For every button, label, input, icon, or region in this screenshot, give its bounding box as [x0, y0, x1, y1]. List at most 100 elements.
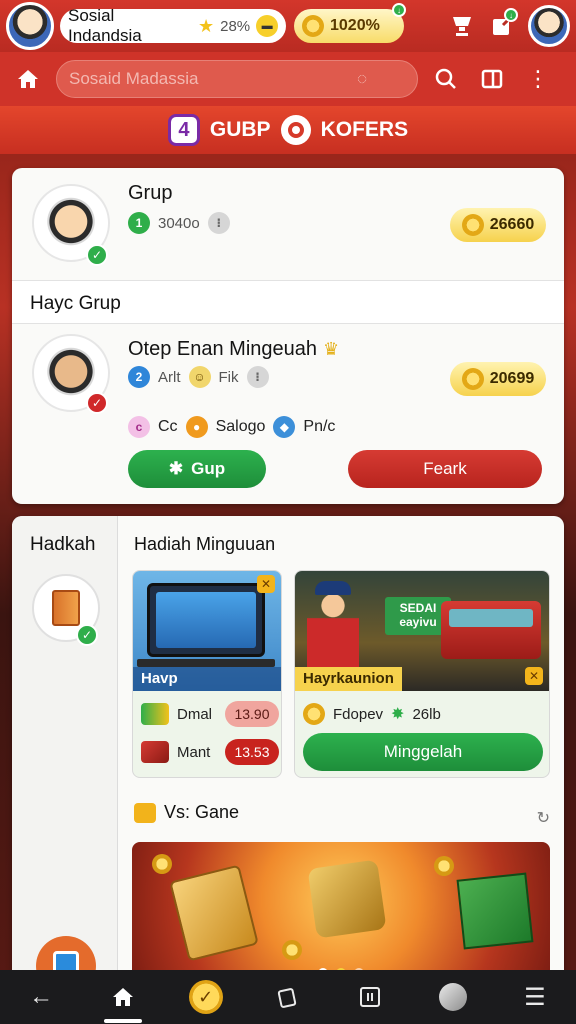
member-coin-pill[interactable]: 20699: [450, 362, 546, 396]
star-icon: ★: [197, 15, 215, 36]
search-mic-icon[interactable]: ◌: [357, 69, 367, 89]
tag-pink-icon: c: [128, 416, 150, 438]
banner-left-label[interactable]: GUBP: [210, 118, 271, 142]
member-meta-1: Arlt: [158, 368, 181, 386]
vs-game-label: Vs: Gane: [164, 802, 240, 822]
game-banner[interactable]: [132, 842, 550, 986]
pause-icon[interactable]: [343, 975, 397, 1019]
claim-button-label: Minggelah: [383, 742, 463, 761]
laptop-caption: Havp: [133, 667, 281, 691]
info-icon[interactable]: ⁝: [246, 366, 269, 388]
banner-badge: 4: [167, 114, 200, 146]
member-name-row: Otep Enan Mingeuah ♛: [128, 338, 339, 361]
title-percent: 28%: [220, 17, 251, 35]
home-icon[interactable]: [10, 61, 46, 97]
verified-check-icon: ✓: [86, 244, 108, 266]
box-icon: [141, 741, 169, 763]
coin-icon: [461, 368, 484, 390]
search-row: ◌ ⋮: [0, 52, 576, 106]
rewards-panel: Hadkah ✓ Hadiah Minguuan ✕ Havp Dmal 13.…: [12, 516, 564, 986]
laptop-row-1-label: Dmal: [177, 705, 213, 723]
info-icon[interactable]: ⁝: [207, 212, 230, 234]
bus-caption: Hayrkaunion: [295, 667, 402, 691]
sunglasses-face-icon: ▬: [256, 15, 278, 37]
nav-home-icon[interactable]: [96, 975, 150, 1023]
laptop-row-2-label: Mant: [177, 743, 211, 761]
bookmark-icon[interactable]: [474, 61, 510, 97]
coin-balance: 1020%: [330, 17, 380, 34]
reward-tile-bus[interactable]: SEDAI eayivu ✕ Hayrkaunion Fdopev ✸ 26lb…: [294, 570, 550, 778]
leave-group-button[interactable]: Feark: [348, 450, 542, 488]
group-meta: 1 3040o ⁝: [128, 212, 230, 234]
tag-1[interactable]: Cc: [158, 418, 178, 436]
crown-icon: ♛: [323, 339, 340, 359]
notification-dot-icon: ↓: [392, 3, 406, 17]
tag-3[interactable]: Pn/c: [303, 418, 335, 436]
gift-box-illustration: [456, 872, 534, 950]
group-count: 3040o: [158, 214, 200, 232]
bus-row: Fdopev ✸ 26lb: [303, 703, 441, 725]
refresh-icon[interactable]: ↻: [537, 808, 550, 828]
bus-row-label: Fdopev: [333, 705, 384, 723]
rewards-sidebar: Hadkah ✓: [12, 516, 118, 986]
laptop-row-2-value: 13.53: [225, 739, 279, 765]
cap-illustration: [315, 581, 351, 595]
gift-icon: [52, 590, 80, 626]
cash-icon: [141, 703, 169, 725]
tag-2[interactable]: Salogo: [216, 418, 266, 436]
search-input[interactable]: [69, 69, 349, 89]
coin-icon: [302, 15, 324, 37]
rewards-side-title: Hadkah: [30, 534, 96, 555]
burst-icon: ✸: [391, 706, 405, 723]
tag-blue-icon: ◆: [273, 416, 296, 438]
back-icon[interactable]: ←: [14, 975, 68, 1019]
reward-tile-laptop[interactable]: ✕ Havp Dmal 13.90 Mant 13.53: [132, 570, 282, 778]
person-illustration: [307, 585, 359, 671]
group-coin-pill[interactable]: 26660: [450, 208, 546, 242]
trophy-icon[interactable]: [442, 6, 482, 46]
search-box[interactable]: ◌: [56, 60, 418, 98]
coin-icon: [152, 854, 172, 874]
smile-icon: ☺: [188, 366, 211, 388]
alert-check-icon: ✓: [86, 392, 108, 414]
edit-notification-dot-icon: ↓: [504, 8, 518, 22]
nav-rewards-button[interactable]: ✓: [179, 975, 233, 1019]
claim-button[interactable]: Minggelah: [303, 733, 543, 771]
group-badge-icon: 1: [128, 212, 150, 234]
coin-icon: [282, 940, 302, 960]
laptop-icon: [147, 583, 265, 657]
coin-balance-pill[interactable]: 1020% ↓: [294, 3, 406, 43]
app-title-pill[interactable]: Sosial Indandsia ★ 28% ▬: [60, 6, 286, 45]
cannon-illustration: [307, 859, 387, 939]
coin-icon: [434, 856, 454, 876]
close-icon[interactable]: ✕: [525, 667, 543, 685]
member-badge-icon: 2: [128, 366, 150, 388]
promo-banner: 4 GUBP KOFERS: [0, 106, 576, 154]
user-avatar[interactable]: [528, 5, 570, 47]
bus-icon: [441, 601, 541, 659]
join-group-button[interactable]: ✱ Gup: [128, 450, 266, 488]
bus-image: SEDAI eayivu ✕ Hayrkaunion: [295, 571, 549, 691]
top-bar: Sosial Indandsia ★ 28% ▬ 1020% ↓ ↓: [0, 0, 576, 52]
bottom-nav: ← ✓ ☰: [0, 970, 576, 1024]
group-coins: 26660: [489, 216, 535, 233]
member-meta-2: Fik: [218, 368, 239, 386]
laptop-row-1-value: 13.90: [225, 701, 279, 727]
profile-avatar[interactable]: [6, 2, 54, 50]
check-coin-icon: ✓: [188, 980, 223, 1014]
close-icon[interactable]: ✕: [257, 575, 275, 593]
search-icon[interactable]: [428, 61, 464, 97]
banner-right-label[interactable]: KOFERS: [321, 118, 409, 142]
gear-icon: ✱: [168, 459, 184, 478]
cards-icon[interactable]: [261, 975, 315, 1019]
more-menu-icon[interactable]: ⋮: [520, 61, 556, 97]
vs-game-icon: [134, 802, 156, 823]
ring-icon: [280, 115, 311, 145]
edit-icon[interactable]: ↓: [482, 6, 522, 46]
disc-icon[interactable]: [426, 975, 480, 1019]
rewards-title: Hadiah Minguuan: [134, 534, 276, 554]
bus-row-value: 26lb: [412, 705, 441, 723]
tag-orange-icon: ●: [185, 416, 208, 438]
menu-icon[interactable]: ☰: [508, 975, 562, 1019]
group-title: Grup: [128, 182, 173, 204]
